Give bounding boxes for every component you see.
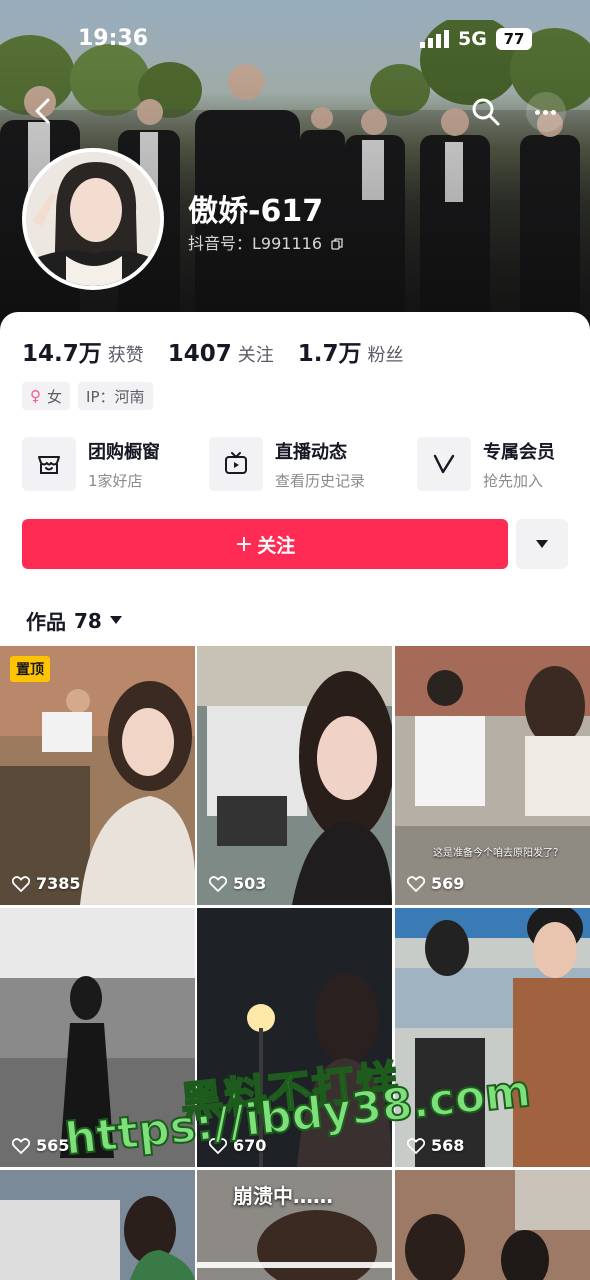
profile-stats: 14.7万 获赞 1407 关注 1.7万 粉丝: [22, 334, 428, 368]
likes-count: 569: [431, 874, 465, 893]
ip-location-label: IP：河南: [86, 387, 145, 406]
thumbnail-image: [197, 646, 392, 905]
follow-label: 关注: [257, 534, 296, 557]
pinned-badge: 置顶: [10, 656, 50, 682]
video-thumbnail[interactable]: [395, 1170, 590, 1280]
services-row: 团购橱窗 1家好店 直播动态 查看历史记录 专属会员 抢先加入: [22, 436, 568, 494]
tv-icon: [225, 452, 247, 474]
thumbnail-image: [0, 646, 195, 905]
heart-icon: [407, 1137, 425, 1154]
douyin-id-text: 抖音号：L991116: [188, 234, 322, 253]
service-subtitle: 抢先加入: [483, 471, 544, 490]
follow-button[interactable]: + 关注: [22, 519, 508, 569]
ip-location-tag: IP：河南: [78, 382, 153, 410]
service-membership[interactable]: 专属会员 抢先加入: [417, 436, 555, 492]
chevron-down-icon: [536, 540, 548, 548]
likes-count: 7385: [36, 874, 81, 893]
caret-down-icon: [109, 616, 122, 624]
video-likes: 7385: [12, 874, 81, 893]
thumbnail-image: [0, 1170, 195, 1280]
stat-label: 关注: [237, 345, 274, 366]
likes-count: 568: [431, 1136, 465, 1155]
stat-label: 粉丝: [367, 345, 404, 366]
thumbnail-image: [395, 908, 590, 1167]
heart-icon: [209, 875, 227, 892]
stat-label: 获赞: [107, 345, 144, 366]
stat-following[interactable]: 1407 关注: [168, 341, 274, 367]
service-subtitle: 查看历史记录: [275, 471, 366, 490]
video-caption: 崩溃中……: [233, 1184, 333, 1208]
service-title: 直播动态: [275, 441, 347, 463]
stat-followers[interactable]: 1.7万 粉丝: [298, 334, 404, 368]
heart-icon: [407, 875, 425, 892]
video-thumbnail[interactable]: 置顶 7385: [0, 646, 195, 905]
status-bar: 19:36 5G 77: [0, 26, 590, 56]
copy-icon[interactable]: [331, 238, 343, 250]
tab-works[interactable]: 作品 78: [26, 606, 122, 635]
service-subtitle: 1家好店: [88, 471, 143, 490]
video-thumbnail[interactable]: 568: [395, 908, 590, 1167]
service-group-buy-window[interactable]: 团购橱窗 1家好店: [22, 436, 160, 492]
thumbnail-image: [395, 1170, 590, 1280]
plus-icon: +: [234, 531, 254, 557]
gender-tag: ♀ 女: [22, 382, 71, 410]
more-options-icon[interactable]: [526, 92, 566, 132]
profile-name: 傲娇-617: [188, 194, 324, 229]
avatar[interactable]: [22, 148, 164, 290]
stat-number: 14.7万: [22, 341, 102, 367]
battery-icon: 77: [496, 28, 532, 50]
service-title: 团购橱窗: [88, 441, 160, 463]
stat-likes[interactable]: 14.7万 获赞: [22, 334, 144, 368]
heart-icon: [12, 875, 30, 892]
shop-icon: [38, 456, 60, 474]
back-arrow-icon[interactable]: [26, 94, 60, 128]
video-likes: 565: [12, 1136, 69, 1155]
douyin-id[interactable]: 抖音号：L991116: [188, 230, 343, 254]
works-label: 作品: [26, 610, 66, 634]
search-icon[interactable]: [470, 96, 502, 128]
video-likes: 569: [407, 874, 464, 893]
heart-icon: [12, 1137, 30, 1154]
network-type: 5G: [458, 28, 487, 50]
signal-icon: [420, 30, 449, 48]
v-membership-icon: [433, 454, 455, 474]
works-count: 78: [74, 608, 102, 633]
stat-number: 1.7万: [297, 341, 362, 367]
service-title: 专属会员: [483, 441, 555, 463]
video-thumbnail[interactable]: 503: [197, 646, 392, 905]
profile-tags: ♀ 女 IP：河南: [22, 382, 153, 410]
service-live-history[interactable]: 直播动态 查看历史记录: [209, 436, 365, 492]
follow-dropdown-button[interactable]: [516, 519, 568, 569]
female-icon: ♀: [30, 387, 41, 405]
thumbnail-image: [395, 646, 590, 905]
gender-label: 女: [47, 387, 63, 406]
video-likes: 568: [407, 1136, 464, 1155]
video-thumbnail[interactable]: 这是准备今个咱去原阳发了？ 569: [395, 646, 590, 905]
home-indicator[interactable]: [195, 1262, 395, 1268]
video-caption: 这是准备今个咱去原阳发了？: [433, 848, 563, 859]
video-thumbnail[interactable]: [0, 1170, 195, 1280]
video-likes: 503: [209, 874, 266, 893]
status-time: 19:36: [78, 26, 149, 51]
stat-number: 1407: [167, 341, 232, 367]
likes-count: 503: [233, 874, 267, 893]
avatar-image: [26, 152, 160, 286]
